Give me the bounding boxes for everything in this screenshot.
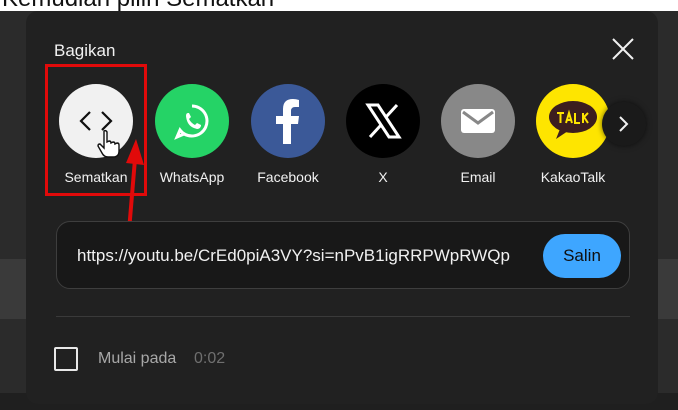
next-share-targets-button[interactable] bbox=[602, 102, 646, 146]
whatsapp-icon bbox=[174, 104, 209, 140]
copy-button[interactable]: Salin bbox=[543, 234, 621, 278]
hand-cursor-icon bbox=[97, 129, 120, 158]
top-caption: Kemudian pilih Sematkan bbox=[0, 0, 678, 11]
share-kakaotalk-button[interactable]: KakaoTalk bbox=[533, 84, 613, 185]
divider bbox=[56, 316, 630, 317]
x-circle bbox=[346, 84, 420, 158]
close-button[interactable] bbox=[609, 35, 637, 63]
share-dialog: Bagikan Sematkan WhatsApp Facebook X Ema… bbox=[26, 11, 658, 404]
whatsapp-circle bbox=[155, 84, 229, 158]
dialog-title: Bagikan bbox=[54, 41, 116, 60]
share-facebook-button[interactable]: Facebook bbox=[248, 84, 328, 185]
share-x-button[interactable]: X bbox=[343, 84, 423, 185]
share-label-kakaotalk: KakaoTalk bbox=[540, 169, 606, 185]
share-whatsapp-button[interactable]: WhatsApp bbox=[152, 84, 232, 185]
start-at-time[interactable]: 0:02 bbox=[194, 350, 225, 368]
share-url-field[interactable]: https://youtu.be/CrEd0piA3VY?si=nPvB1igR… bbox=[77, 246, 517, 266]
facebook-icon bbox=[276, 99, 299, 144]
start-at-checkbox[interactable] bbox=[54, 347, 78, 371]
chevron-right-icon bbox=[619, 116, 629, 132]
kakaotalk-circle bbox=[536, 84, 610, 158]
share-label-email: Email bbox=[460, 169, 496, 185]
email-circle bbox=[441, 84, 515, 158]
facebook-circle bbox=[251, 84, 325, 158]
start-at-label: Mulai pada bbox=[98, 350, 177, 367]
close-icon bbox=[612, 38, 634, 60]
share-label-facebook: Facebook bbox=[257, 169, 319, 185]
share-url-box: https://youtu.be/CrEd0piA3VY?si=nPvB1igR… bbox=[56, 221, 630, 289]
email-icon bbox=[461, 109, 495, 133]
share-email-button[interactable]: Email bbox=[438, 84, 518, 185]
share-label-whatsapp: WhatsApp bbox=[159, 169, 225, 185]
share-label-x: X bbox=[378, 169, 388, 185]
x-logo-icon bbox=[365, 103, 402, 139]
kakaotalk-icon bbox=[549, 101, 597, 139]
